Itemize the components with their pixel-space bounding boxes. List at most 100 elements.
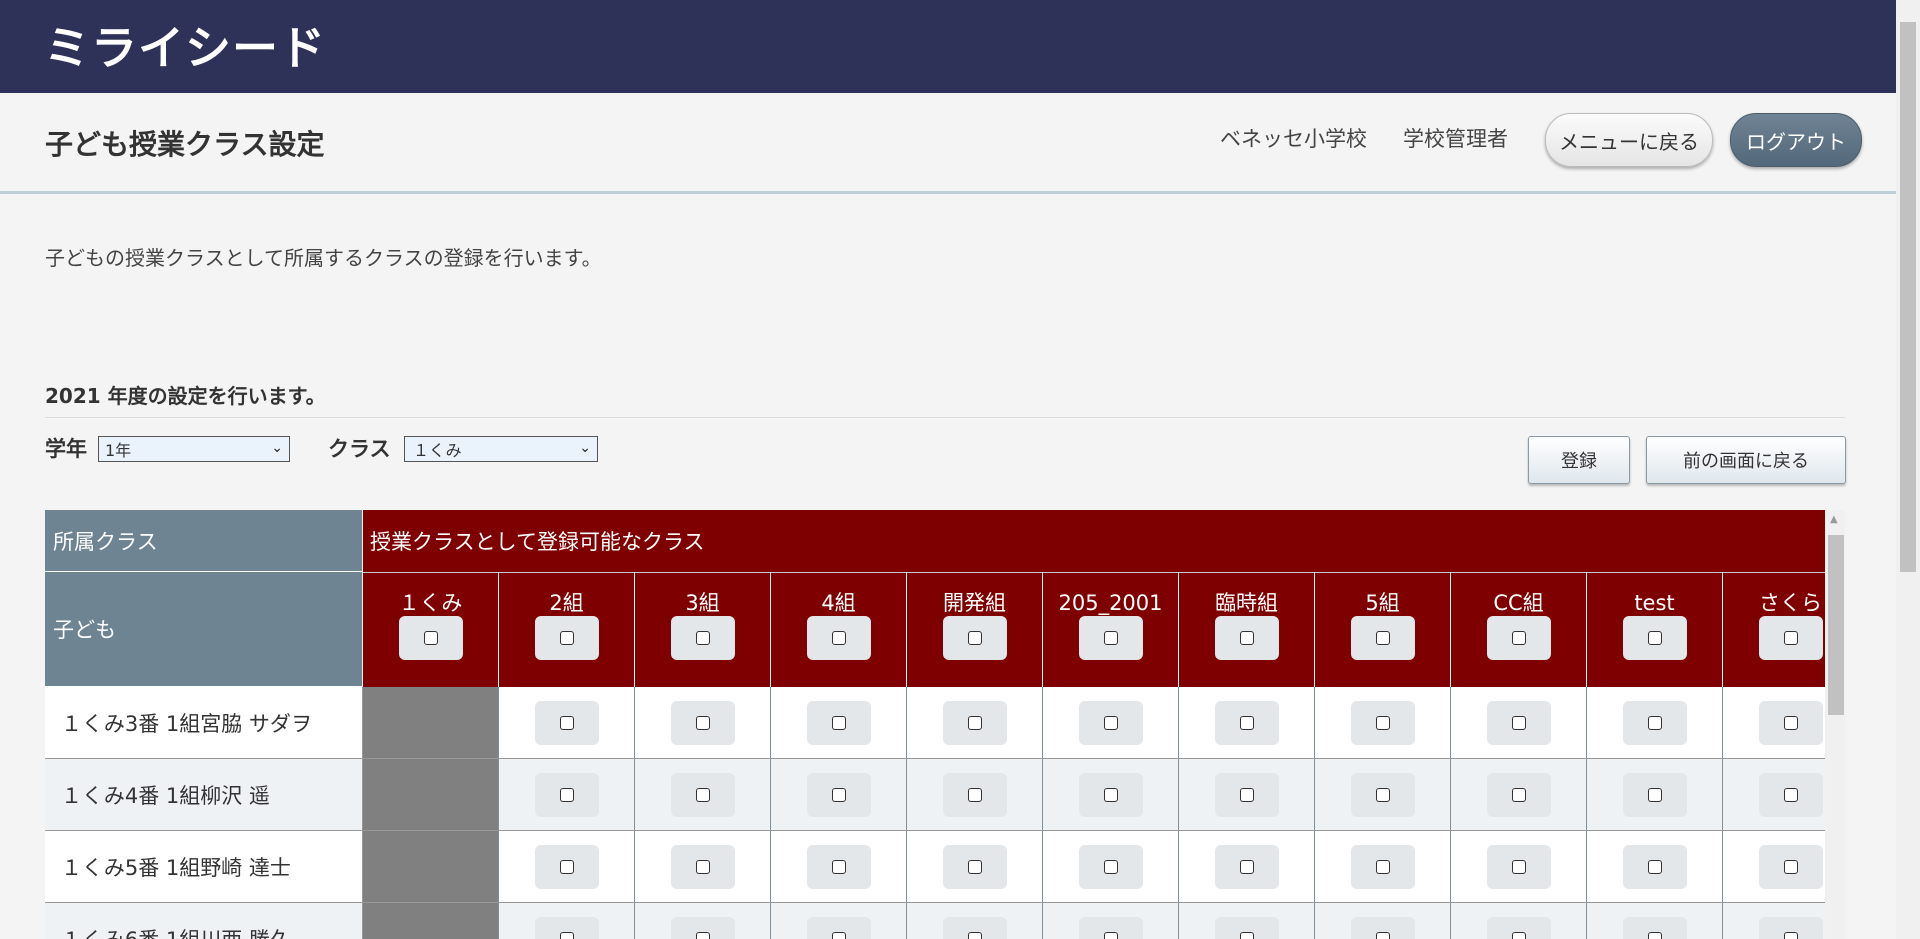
scroll-up-icon[interactable]: ▲ <box>1830 514 1838 525</box>
checkbox[interactable] <box>1511 715 1526 730</box>
assignment-cell[interactable] <box>499 759 635 831</box>
app-logo[interactable]: ミライシード <box>44 22 326 74</box>
checkbox[interactable] <box>967 787 982 802</box>
assignment-checkbox[interactable] <box>1758 772 1823 817</box>
assignment-checkbox[interactable] <box>534 772 599 817</box>
select-all-checkbox[interactable] <box>806 616 871 660</box>
checkbox[interactable] <box>1783 931 1798 939</box>
assignment-cell[interactable] <box>1315 903 1451 939</box>
assignment-cell[interactable] <box>1043 903 1179 939</box>
assignment-cell[interactable] <box>1587 759 1723 831</box>
checkbox[interactable] <box>1783 859 1798 874</box>
assignment-cell[interactable] <box>907 759 1043 831</box>
select-all-checkbox[interactable] <box>1758 616 1823 660</box>
select-all-checkbox[interactable] <box>942 616 1007 660</box>
checkbox[interactable] <box>559 931 574 939</box>
checkbox[interactable] <box>1647 631 1662 645</box>
assignment-checkbox[interactable] <box>1486 772 1551 817</box>
assignment-checkbox[interactable] <box>670 700 735 745</box>
checkbox[interactable] <box>1239 931 1254 939</box>
checkbox[interactable] <box>559 715 574 730</box>
assignment-checkbox[interactable] <box>534 916 599 939</box>
assignment-checkbox[interactable] <box>1622 772 1687 817</box>
assignment-cell[interactable] <box>635 903 771 939</box>
checkbox[interactable] <box>831 787 846 802</box>
assignment-cell[interactable] <box>1587 687 1723 759</box>
checkbox[interactable] <box>1375 859 1390 874</box>
select-all-checkbox[interactable] <box>1486 616 1551 660</box>
assignment-cell[interactable] <box>1179 687 1315 759</box>
checkbox[interactable] <box>423 631 438 645</box>
assignment-cell[interactable] <box>1315 687 1451 759</box>
checkbox[interactable] <box>559 787 574 802</box>
assignment-checkbox[interactable] <box>670 844 735 889</box>
table-scrollbar-thumb[interactable] <box>1828 535 1844 715</box>
back-to-menu-button[interactable]: メニューに戻る <box>1545 113 1713 167</box>
assignment-cell[interactable] <box>1043 687 1179 759</box>
assignment-checkbox[interactable] <box>1078 916 1143 939</box>
assignment-checkbox[interactable] <box>1214 772 1279 817</box>
assignment-cell[interactable] <box>635 687 771 759</box>
assignment-checkbox[interactable] <box>670 916 735 939</box>
assignment-checkbox[interactable] <box>942 772 1007 817</box>
assignment-cell[interactable] <box>907 831 1043 903</box>
checkbox[interactable] <box>1375 715 1390 730</box>
assignment-cell[interactable] <box>1451 831 1587 903</box>
checkbox[interactable] <box>831 715 846 730</box>
assignment-cell[interactable] <box>907 687 1043 759</box>
checkbox[interactable] <box>695 931 710 939</box>
assignment-checkbox[interactable] <box>806 772 871 817</box>
assignment-cell[interactable] <box>1315 759 1451 831</box>
assignment-checkbox[interactable] <box>806 844 871 889</box>
assignment-cell[interactable] <box>771 831 907 903</box>
select-all-checkbox[interactable] <box>1214 616 1279 660</box>
assignment-checkbox[interactable] <box>942 700 1007 745</box>
logout-button[interactable]: ログアウト <box>1730 113 1862 167</box>
grade-select[interactable]: 1年 ⌄ <box>98 436 290 462</box>
assignment-cell[interactable] <box>1043 759 1179 831</box>
checkbox[interactable] <box>967 931 982 939</box>
assignment-cell[interactable] <box>1587 831 1723 903</box>
assignment-cell[interactable] <box>771 903 907 939</box>
assignment-checkbox[interactable] <box>1486 916 1551 939</box>
assignment-checkbox[interactable] <box>1078 700 1143 745</box>
checkbox[interactable] <box>1783 631 1798 645</box>
assignment-cell[interactable] <box>1723 759 1825 831</box>
assignment-cell[interactable] <box>1179 831 1315 903</box>
assignment-checkbox[interactable] <box>806 700 871 745</box>
checkbox[interactable] <box>967 859 982 874</box>
checkbox[interactable] <box>1647 787 1662 802</box>
assignment-cell[interactable] <box>499 903 635 939</box>
assignment-cell[interactable] <box>1179 759 1315 831</box>
assignment-cell[interactable] <box>1723 831 1825 903</box>
assignment-cell[interactable] <box>771 687 907 759</box>
assignment-cell[interactable] <box>1723 687 1825 759</box>
checkbox[interactable] <box>1783 715 1798 730</box>
assignment-cell[interactable] <box>635 831 771 903</box>
checkbox[interactable] <box>1103 787 1118 802</box>
checkbox[interactable] <box>1103 715 1118 730</box>
assignment-cell[interactable] <box>499 687 635 759</box>
assignment-checkbox[interactable] <box>1758 916 1823 939</box>
checkbox[interactable] <box>1375 631 1390 645</box>
assignment-checkbox[interactable] <box>1350 844 1415 889</box>
assignment-checkbox[interactable] <box>1758 844 1823 889</box>
checkbox[interactable] <box>1375 787 1390 802</box>
checkbox[interactable] <box>1647 859 1662 874</box>
checkbox[interactable] <box>695 715 710 730</box>
assignment-checkbox[interactable] <box>1214 700 1279 745</box>
assignment-cell[interactable] <box>771 759 907 831</box>
checkbox[interactable] <box>967 631 982 645</box>
class-select[interactable]: １くみ ⌄ <box>404 436 598 462</box>
checkbox[interactable] <box>1375 931 1390 939</box>
register-button[interactable]: 登録 <box>1528 436 1630 484</box>
checkbox[interactable] <box>831 931 846 939</box>
assignment-checkbox[interactable] <box>670 772 735 817</box>
assignment-cell[interactable] <box>907 903 1043 939</box>
assignment-cell[interactable] <box>1043 831 1179 903</box>
assignment-checkbox[interactable] <box>806 916 871 939</box>
checkbox[interactable] <box>1511 859 1526 874</box>
checkbox[interactable] <box>695 631 710 645</box>
select-all-checkbox[interactable] <box>670 616 735 660</box>
assignment-checkbox[interactable] <box>1622 700 1687 745</box>
